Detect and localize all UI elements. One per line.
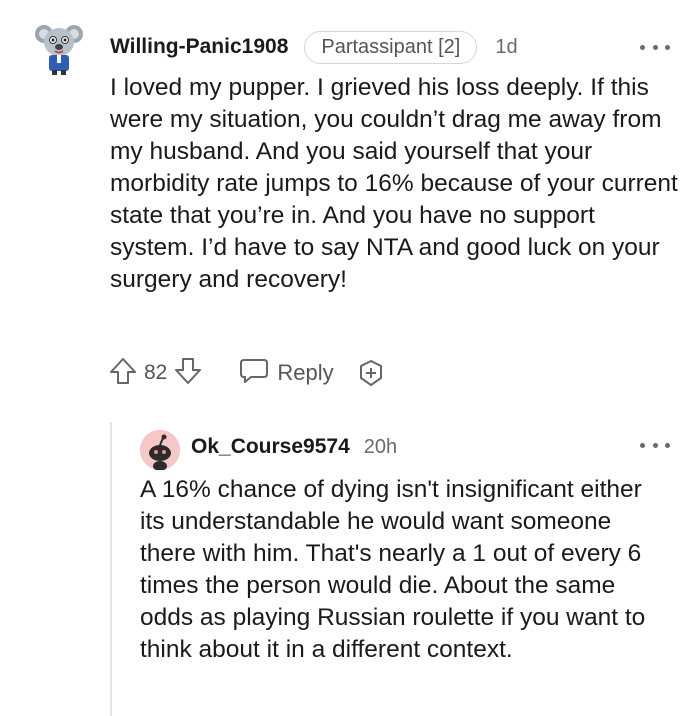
- username[interactable]: Ok_Course9574: [191, 435, 350, 459]
- snoo-avatar-icon[interactable]: [140, 430, 180, 471]
- reply-label: Reply: [277, 360, 334, 385]
- reply-button[interactable]: Reply: [239, 357, 334, 390]
- more-options-icon[interactable]: [640, 440, 670, 450]
- koala-avatar-icon[interactable]: [34, 20, 84, 76]
- comment-header: Ok_Course9574 20h: [191, 430, 397, 464]
- speech-bubble-icon: [239, 357, 269, 390]
- comment-top: Willing-Panic1908 Partassipant [2] 1d I …: [0, 0, 700, 410]
- upvote-arrow-icon[interactable]: [108, 356, 138, 391]
- downvote-arrow-icon[interactable]: [173, 356, 203, 391]
- username[interactable]: Willing-Panic1908: [110, 35, 288, 59]
- vote-count: 82: [144, 361, 168, 384]
- comment-reply: Ok_Course9574 20h A 16% chance of dying …: [0, 410, 700, 716]
- comment-body: I loved my pupper. I grieved his loss de…: [110, 74, 678, 293]
- user-flair: Partassipant [2]: [304, 30, 478, 64]
- timestamp: 1d: [495, 35, 518, 58]
- more-options-icon[interactable]: [640, 42, 670, 52]
- comment-header: Willing-Panic1908 Partassipant [2] 1d: [110, 30, 518, 64]
- comment-actions: 82 Reply: [108, 353, 386, 393]
- comment-body: A 16% chance of dying isn't insignifican…: [140, 476, 646, 663]
- timestamp: 20h: [363, 435, 398, 458]
- award-plus-icon[interactable]: [356, 358, 386, 388]
